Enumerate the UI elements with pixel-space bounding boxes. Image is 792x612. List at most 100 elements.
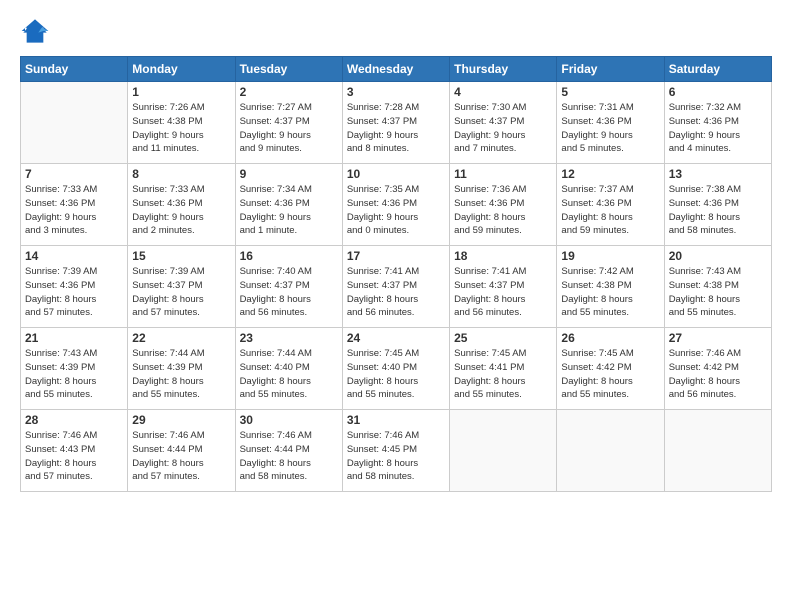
- calendar-cell: 9 Sunrise: 7:34 AMSunset: 4:36 PMDaylight…: [235, 164, 342, 246]
- day-info: Sunrise: 7:31 AMSunset: 4:36 PMDaylight:…: [561, 101, 659, 156]
- day-number: 2: [240, 85, 338, 99]
- calendar-cell: 30Sunrise: 7:46 AMSunset: 4:44 PMDayligh…: [235, 410, 342, 492]
- calendar-week-row: 7 Sunrise: 7:33 AMSunset: 4:36 PMDaylight…: [21, 164, 772, 246]
- day-info: Sunrise: 7:44 AMSunset: 4:39 PMDaylight:…: [132, 347, 230, 402]
- calendar-cell: 6 Sunrise: 7:32 AMSunset: 4:36 PMDaylight…: [664, 82, 771, 164]
- calendar-week-row: 28Sunrise: 7:46 AMSunset: 4:43 PMDayligh…: [21, 410, 772, 492]
- day-info: Sunrise: 7:44 AMSunset: 4:40 PMDaylight:…: [240, 347, 338, 402]
- calendar-week-row: 1Sunrise: 7:26 AMSunset: 4:38 PMDaylight…: [21, 82, 772, 164]
- day-number: 10: [347, 167, 445, 181]
- calendar-cell: [450, 410, 557, 492]
- calendar-cell: 29 Sunrise: 7:46 AMSunset: 4:44 PMDayligh…: [128, 410, 235, 492]
- calendar-week-row: 21 Sunrise: 7:43 AMSunset: 4:39 PMDayligh…: [21, 328, 772, 410]
- logo-icon: [20, 16, 50, 46]
- day-info: Sunrise: 7:45 AMSunset: 4:42 PMDaylight:…: [561, 347, 659, 402]
- day-number: 19: [561, 249, 659, 263]
- day-info: Sunrise: 7:43 AMSunset: 4:38 PMDaylight:…: [669, 265, 767, 320]
- calendar-cell: 2 Sunrise: 7:27 AMSunset: 4:37 PMDaylight…: [235, 82, 342, 164]
- day-number: 3: [347, 85, 445, 99]
- weekday-header-row: SundayMondayTuesdayWednesdayThursdayFrid…: [21, 57, 772, 82]
- day-number: 26: [561, 331, 659, 345]
- calendar-cell: 16 Sunrise: 7:40 AMSunset: 4:37 PMDayligh…: [235, 246, 342, 328]
- calendar-week-row: 14Sunrise: 7:39 AMSunset: 4:36 PMDayligh…: [21, 246, 772, 328]
- day-info: Sunrise: 7:46 AMSunset: 4:43 PMDaylight:…: [25, 429, 123, 484]
- day-number: 12: [561, 167, 659, 181]
- day-number: 11: [454, 167, 552, 181]
- day-info: Sunrise: 7:27 AMSunset: 4:37 PMDaylight:…: [240, 101, 338, 156]
- day-number: 24: [347, 331, 445, 345]
- day-info: Sunrise: 7:39 AMSunset: 4:36 PMDaylight:…: [25, 265, 123, 320]
- day-info: Sunrise: 7:34 AMSunset: 4:36 PMDaylight:…: [240, 183, 338, 238]
- calendar-cell: 17 Sunrise: 7:41 AMSunset: 4:37 PMDayligh…: [342, 246, 449, 328]
- calendar-cell: [664, 410, 771, 492]
- day-number: 23: [240, 331, 338, 345]
- day-info: Sunrise: 7:45 AMSunset: 4:41 PMDaylight:…: [454, 347, 552, 402]
- logo: [20, 16, 54, 46]
- day-info: Sunrise: 7:39 AMSunset: 4:37 PMDaylight:…: [132, 265, 230, 320]
- day-info: Sunrise: 7:30 AMSunset: 4:37 PMDaylight:…: [454, 101, 552, 156]
- calendar-cell: 12 Sunrise: 7:37 AMSunset: 4:36 PMDayligh…: [557, 164, 664, 246]
- day-info: Sunrise: 7:26 AMSunset: 4:38 PMDaylight:…: [132, 101, 230, 156]
- calendar-cell: 27 Sunrise: 7:46 AMSunset: 4:42 PMDayligh…: [664, 328, 771, 410]
- calendar-cell: 13 Sunrise: 7:38 AMSunset: 4:36 PMDayligh…: [664, 164, 771, 246]
- weekday-header-wednesday: Wednesday: [342, 57, 449, 82]
- day-info: Sunrise: 7:38 AMSunset: 4:36 PMDaylight:…: [669, 183, 767, 238]
- calendar-cell: 25Sunrise: 7:45 AMSunset: 4:41 PMDayligh…: [450, 328, 557, 410]
- day-number: 31: [347, 413, 445, 427]
- calendar-cell: 31 Sunrise: 7:46 AMSunset: 4:45 PMDayligh…: [342, 410, 449, 492]
- calendar-table: SundayMondayTuesdayWednesdayThursdayFrid…: [20, 56, 772, 492]
- day-info: Sunrise: 7:46 AMSunset: 4:42 PMDaylight:…: [669, 347, 767, 402]
- day-info: Sunrise: 7:46 AMSunset: 4:44 PMDaylight:…: [132, 429, 230, 484]
- day-info: Sunrise: 7:35 AMSunset: 4:36 PMDaylight:…: [347, 183, 445, 238]
- calendar-cell: 22 Sunrise: 7:44 AMSunset: 4:39 PMDayligh…: [128, 328, 235, 410]
- day-info: Sunrise: 7:41 AMSunset: 4:37 PMDaylight:…: [454, 265, 552, 320]
- weekday-header-monday: Monday: [128, 57, 235, 82]
- calendar-cell: 24 Sunrise: 7:45 AMSunset: 4:40 PMDayligh…: [342, 328, 449, 410]
- day-info: Sunrise: 7:37 AMSunset: 4:36 PMDaylight:…: [561, 183, 659, 238]
- calendar-cell: 10 Sunrise: 7:35 AMSunset: 4:36 PMDayligh…: [342, 164, 449, 246]
- calendar-cell: 3Sunrise: 7:28 AMSunset: 4:37 PMDaylight…: [342, 82, 449, 164]
- day-number: 7: [25, 167, 123, 181]
- day-info: Sunrise: 7:41 AMSunset: 4:37 PMDaylight:…: [347, 265, 445, 320]
- calendar-cell: 26 Sunrise: 7:45 AMSunset: 4:42 PMDayligh…: [557, 328, 664, 410]
- day-info: Sunrise: 7:46 AMSunset: 4:44 PMDaylight:…: [240, 429, 338, 484]
- calendar-cell: 4 Sunrise: 7:30 AMSunset: 4:37 PMDaylight…: [450, 82, 557, 164]
- day-info: Sunrise: 7:42 AMSunset: 4:38 PMDaylight:…: [561, 265, 659, 320]
- day-number: 17: [347, 249, 445, 263]
- day-info: Sunrise: 7:40 AMSunset: 4:37 PMDaylight:…: [240, 265, 338, 320]
- day-info: Sunrise: 7:32 AMSunset: 4:36 PMDaylight:…: [669, 101, 767, 156]
- day-number: 18: [454, 249, 552, 263]
- day-info: Sunrise: 7:43 AMSunset: 4:39 PMDaylight:…: [25, 347, 123, 402]
- day-number: 9: [240, 167, 338, 181]
- weekday-header-thursday: Thursday: [450, 57, 557, 82]
- day-number: 5: [561, 85, 659, 99]
- day-number: 29: [132, 413, 230, 427]
- day-number: 8: [132, 167, 230, 181]
- calendar-cell: 8 Sunrise: 7:33 AMSunset: 4:36 PMDaylight…: [128, 164, 235, 246]
- day-info: Sunrise: 7:46 AMSunset: 4:45 PMDaylight:…: [347, 429, 445, 484]
- day-info: Sunrise: 7:45 AMSunset: 4:40 PMDaylight:…: [347, 347, 445, 402]
- calendar-cell: 11 Sunrise: 7:36 AMSunset: 4:36 PMDayligh…: [450, 164, 557, 246]
- day-number: 27: [669, 331, 767, 345]
- calendar-cell: [557, 410, 664, 492]
- calendar-cell: 15Sunrise: 7:39 AMSunset: 4:37 PMDayligh…: [128, 246, 235, 328]
- weekday-header-tuesday: Tuesday: [235, 57, 342, 82]
- calendar-cell: 14Sunrise: 7:39 AMSunset: 4:36 PMDayligh…: [21, 246, 128, 328]
- day-info: Sunrise: 7:33 AMSunset: 4:36 PMDaylight:…: [132, 183, 230, 238]
- day-info: Sunrise: 7:33 AMSunset: 4:36 PMDaylight:…: [25, 183, 123, 238]
- day-number: 22: [132, 331, 230, 345]
- day-number: 16: [240, 249, 338, 263]
- day-number: 4: [454, 85, 552, 99]
- weekday-header-saturday: Saturday: [664, 57, 771, 82]
- day-number: 13: [669, 167, 767, 181]
- page: SundayMondayTuesdayWednesdayThursdayFrid…: [0, 0, 792, 612]
- header: [20, 16, 772, 46]
- day-info: Sunrise: 7:36 AMSunset: 4:36 PMDaylight:…: [454, 183, 552, 238]
- day-number: 21: [25, 331, 123, 345]
- calendar-cell: 5 Sunrise: 7:31 AMSunset: 4:36 PMDaylight…: [557, 82, 664, 164]
- day-number: 20: [669, 249, 767, 263]
- calendar-cell: [21, 82, 128, 164]
- calendar-cell: 28Sunrise: 7:46 AMSunset: 4:43 PMDayligh…: [21, 410, 128, 492]
- calendar-cell: 23 Sunrise: 7:44 AMSunset: 4:40 PMDayligh…: [235, 328, 342, 410]
- day-number: 6: [669, 85, 767, 99]
